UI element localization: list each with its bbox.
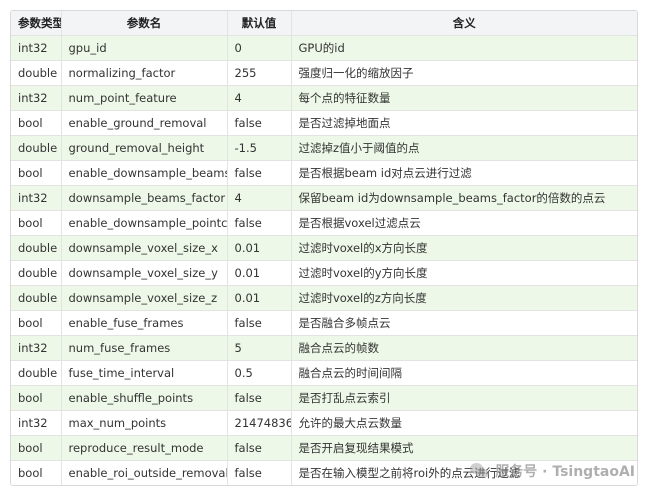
header-type: 参数类型 xyxy=(11,11,62,36)
cell-default: false xyxy=(227,160,292,186)
param-table-container: 参数类型 参数名 默认值 含义 int32 gpu_id 0 GPU的id double… xyxy=(10,10,638,486)
table-row: bool enable_downsample_beams false 是否根据beam… xyxy=(11,160,637,186)
cell-default: 0.01 xyxy=(227,285,292,311)
header-meaning: 含义 xyxy=(291,11,637,36)
table-row: double ground_removal_height -1.5 过滤掉z值小于阈值… xyxy=(11,135,637,161)
cell-type: bool xyxy=(11,385,62,411)
cell-type: double xyxy=(11,285,62,311)
cell-meaning: 过滤时voxel的x方向长度 xyxy=(291,235,637,261)
cell-name: num_point_feature xyxy=(61,85,228,111)
cell-meaning: 过滤时voxel的z方向长度 xyxy=(291,285,637,311)
cell-meaning: 过滤时voxel的y方向长度 xyxy=(291,260,637,286)
table-row: int32max_num_points2147483647允许的最大点云数量 xyxy=(11,410,637,436)
cell-name: downsample_voxel_size_x xyxy=(61,235,228,261)
cell-default: 5 xyxy=(227,335,292,361)
table-row: bool enable_shuffle_points false 是否打乱点云索引 xyxy=(11,385,637,411)
table-row: bool enable_roi_outside_removal false 是否在输入… xyxy=(11,460,637,485)
cell-name: downsample_voxel_size_y xyxy=(61,260,228,286)
table-row: double downsample_voxel_size_y 0.01 过滤时voxe… xyxy=(11,260,637,286)
cell-type: bool xyxy=(11,160,62,186)
cell-type: int32 xyxy=(11,85,62,111)
cell-name: enable_roi_outside_removal xyxy=(61,460,228,485)
cell-type: double xyxy=(11,60,62,86)
cell-name: enable_downsample_pointcloud xyxy=(61,210,228,236)
cell-default: false xyxy=(227,435,292,461)
cell-type: double xyxy=(11,360,62,386)
param-table: 参数类型 参数名 默认值 含义 int32 gpu_id 0 GPU的id double… xyxy=(11,11,637,485)
cell-meaning: 是否根据beam id对点云进行过滤 xyxy=(291,160,637,186)
cell-type: double xyxy=(11,235,62,261)
cell-name: enable_downsample_beams xyxy=(61,160,228,186)
cell-name: gpu_id xyxy=(61,35,228,61)
cell-default: -1.5 xyxy=(227,135,292,161)
table-row: bool enable_ground_removal false 是否过滤掉地面点 xyxy=(11,110,637,136)
cell-type: bool xyxy=(11,310,62,336)
cell-type: int32 xyxy=(11,410,62,436)
cell-meaning: 是否融合多帧点云 xyxy=(291,310,637,336)
cell-default: 0.01 xyxy=(227,260,292,286)
cell-default: false xyxy=(227,460,292,485)
cell-meaning: 融合点云的帧数 xyxy=(291,335,637,361)
table-row: bool reproduce_result_mode false 是否开启复现结果模式 xyxy=(11,435,637,461)
cell-meaning: 每个点的特征数量 xyxy=(291,85,637,111)
cell-default: false xyxy=(227,385,292,411)
table-row: bool enable_fuse_frames false 是否融合多帧点云 xyxy=(11,310,637,336)
table-row: int32 num_point_feature 4 每个点的特征数量 xyxy=(11,85,637,111)
cell-meaning: 允许的最大点云数量 xyxy=(291,410,637,436)
cell-meaning: 是否打乱点云索引 xyxy=(291,385,637,411)
table-row: double downsample_voxel_size_z 0.01 过滤时voxe… xyxy=(11,285,637,311)
cell-name: fuse_time_interval xyxy=(61,360,228,386)
cell-name: enable_shuffle_points xyxy=(61,385,228,411)
cell-meaning: 融合点云的时间间隔 xyxy=(291,360,637,386)
cell-type: int32 xyxy=(11,185,62,211)
cell-meaning: 强度归一化的缩放因子 xyxy=(291,60,637,86)
table-row: boolenable_downsample_pointcloudfalse是否根… xyxy=(11,210,637,236)
cell-type: double xyxy=(11,135,62,161)
cell-name: enable_fuse_frames xyxy=(61,310,228,336)
header-default: 默认值 xyxy=(227,11,292,36)
table-row: int32 downsample_beams_factor 4 保留beam id为d… xyxy=(11,185,637,211)
cell-default: 4 xyxy=(227,85,292,111)
cell-default: 4 xyxy=(227,185,292,211)
table-row: double normalizing_factor 255 强度归一化的缩放因子 xyxy=(11,60,637,86)
cell-name: max_num_points xyxy=(61,410,228,436)
cell-meaning: 是否开启复现结果模式 xyxy=(291,435,637,461)
cell-meaning: 是否根据voxel过滤点云 xyxy=(291,210,637,236)
header-name: 参数名 xyxy=(61,11,228,36)
cell-default: 0 xyxy=(227,35,292,61)
cell-default: false xyxy=(227,310,292,336)
cell-name: downsample_beams_factor xyxy=(61,185,228,211)
cell-name: num_fuse_frames xyxy=(61,335,228,361)
cell-type: int32 xyxy=(11,335,62,361)
cell-meaning: 是否在输入模型之前将roi外的点云进行过滤 xyxy=(291,460,637,485)
table-row: double downsample_voxel_size_x 0.01 过滤时voxe… xyxy=(11,235,637,261)
table-row: double fuse_time_interval 0.5 融合点云的时间间隔 xyxy=(11,360,637,386)
cell-default: 0.5 xyxy=(227,360,292,386)
cell-meaning: 是否过滤掉地面点 xyxy=(291,110,637,136)
cell-type: bool xyxy=(11,210,62,236)
cell-type: double xyxy=(11,260,62,286)
cell-name: ground_removal_height xyxy=(61,135,228,161)
cell-name: enable_ground_removal xyxy=(61,110,228,136)
table-row: int32 gpu_id 0 GPU的id xyxy=(11,35,637,61)
cell-default: 255 xyxy=(227,60,292,86)
cell-default: 2147483647 xyxy=(227,410,292,436)
cell-type: bool xyxy=(11,110,62,136)
table-header-row: 参数类型 参数名 默认值 含义 xyxy=(11,11,637,36)
cell-meaning: GPU的id xyxy=(291,35,637,61)
cell-meaning: 保留beam id为downsample_beams_factor的倍数的点云 xyxy=(291,185,637,211)
cell-name: reproduce_result_mode xyxy=(61,435,228,461)
cell-type: bool xyxy=(11,435,62,461)
cell-type: bool xyxy=(11,460,62,485)
cell-meaning: 过滤掉z值小于阈值的点 xyxy=(291,135,637,161)
cell-type: int32 xyxy=(11,35,62,61)
cell-default: false xyxy=(227,110,292,136)
cell-name: normalizing_factor xyxy=(61,60,228,86)
table-row: int32 num_fuse_frames 5 融合点云的帧数 xyxy=(11,335,637,361)
cell-default: 0.01 xyxy=(227,235,292,261)
cell-name: downsample_voxel_size_z xyxy=(61,285,228,311)
cell-default: false xyxy=(227,210,292,236)
